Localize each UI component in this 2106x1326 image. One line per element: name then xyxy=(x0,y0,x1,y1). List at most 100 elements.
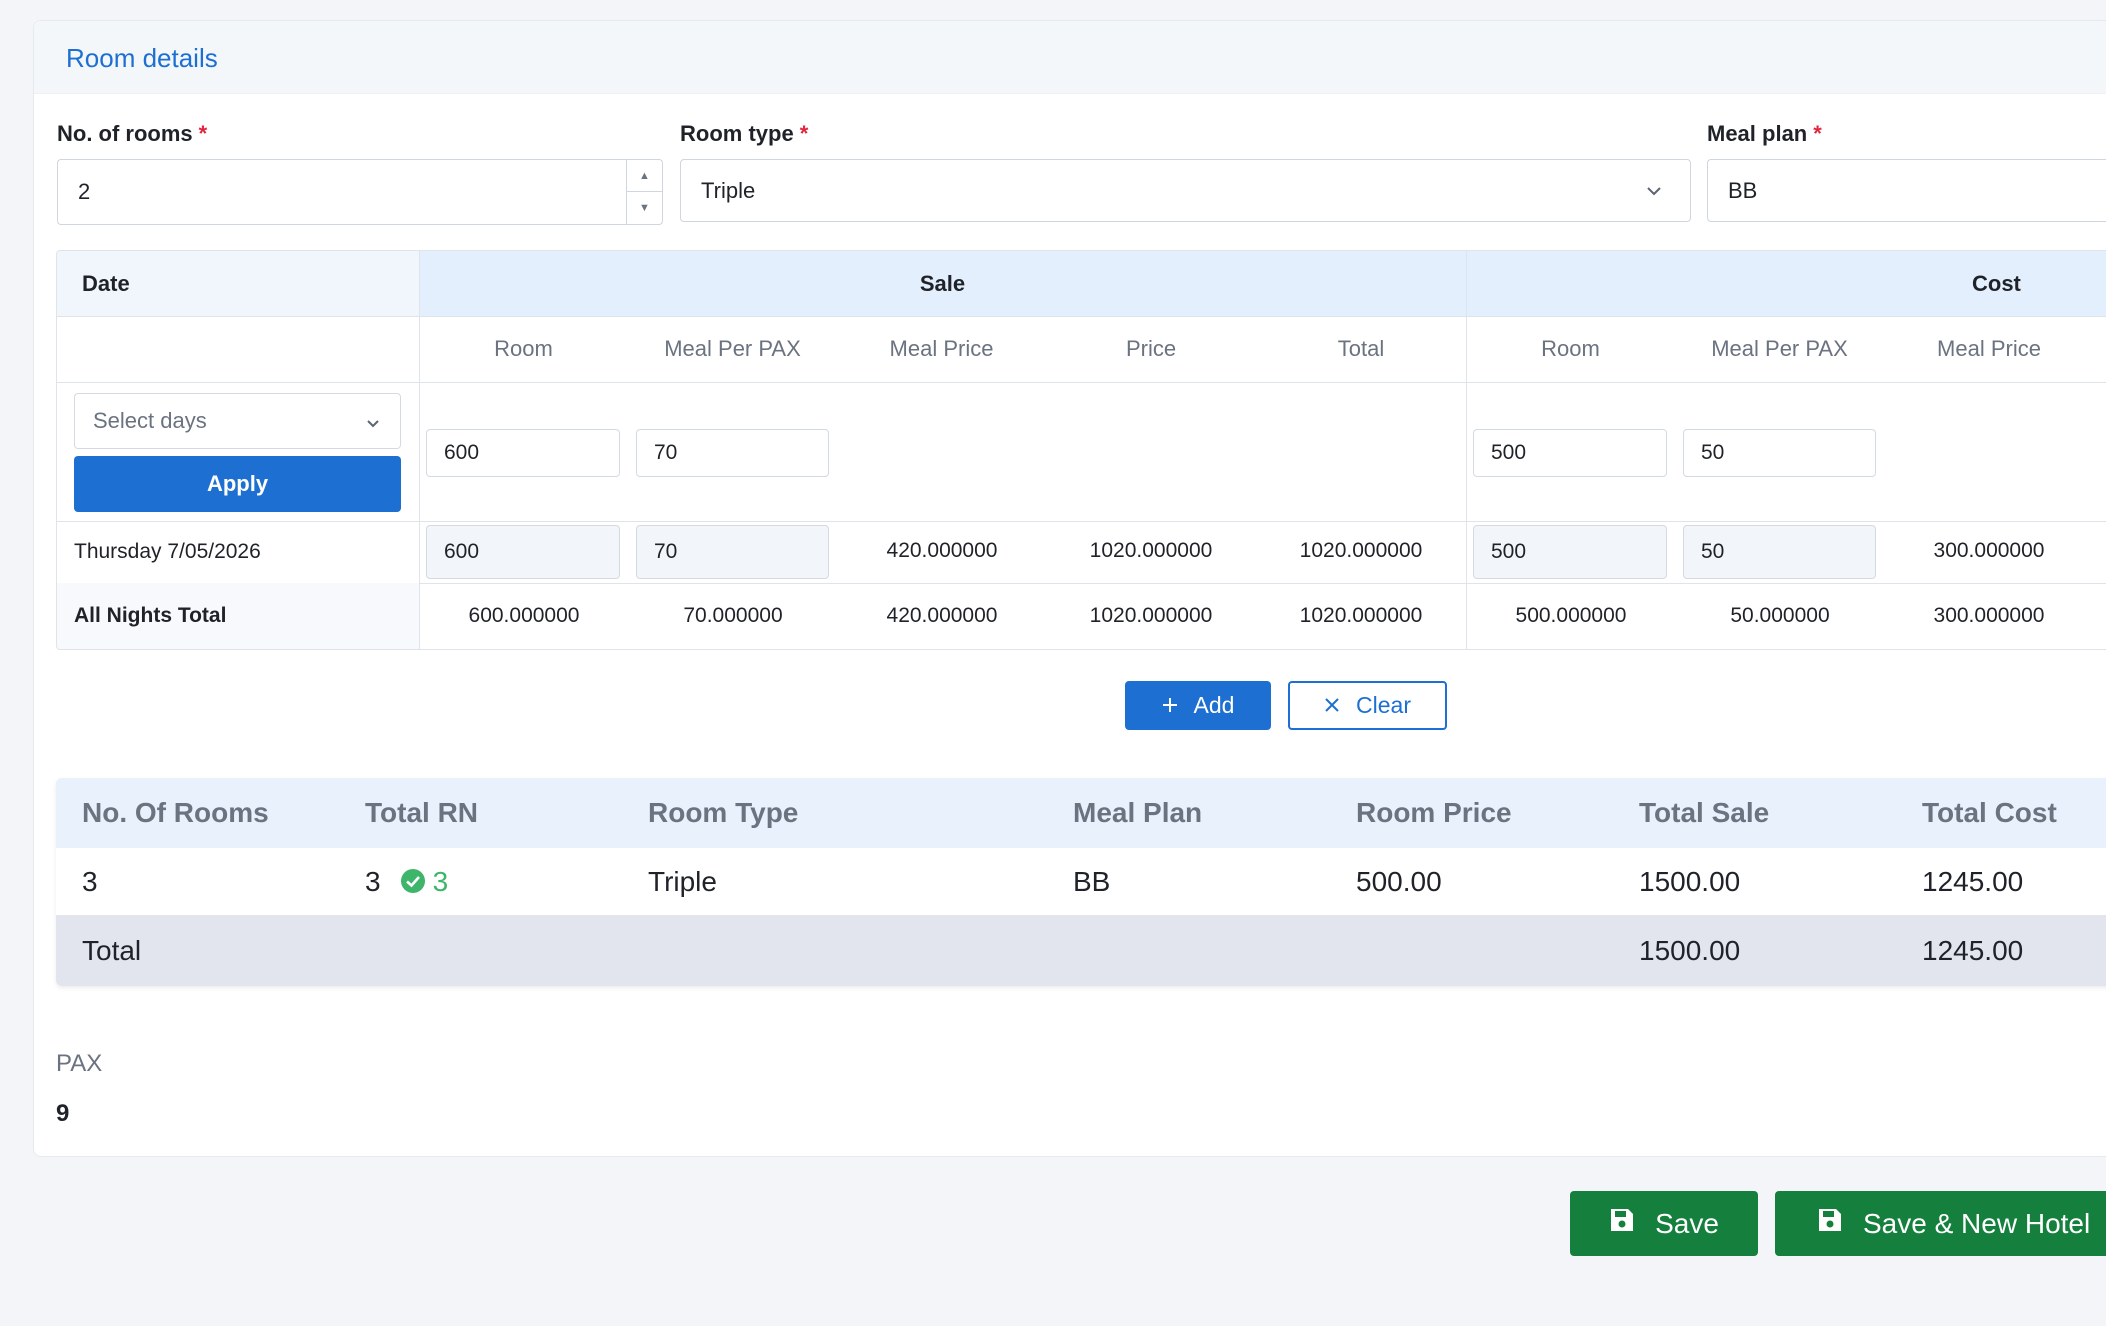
grid-divider xyxy=(57,382,2106,383)
spin-down-icon[interactable]: ▼ xyxy=(627,192,662,224)
grid-divider xyxy=(57,316,2106,317)
cost-meal-per-pax-col: Meal Per PAX xyxy=(1675,316,1884,382)
sale-meal-per-pax-col: Meal Per PAX xyxy=(628,316,837,382)
pax-label: PAX xyxy=(56,1050,103,1077)
save-new-hotel-button[interactable]: Save & New Hotel xyxy=(1775,1191,2106,1256)
row-date: Thursday 7/05/2026 xyxy=(74,540,261,563)
chevron-down-icon xyxy=(366,394,380,448)
summary-table: No. Of Rooms Total RN Room Type Meal Pla… xyxy=(56,778,2106,986)
cell-total-sale: 1500.00 xyxy=(1639,866,1741,897)
floppy-disk-icon xyxy=(1609,1207,1635,1240)
row-cost-meal-price: 300.000000 xyxy=(1933,539,2045,562)
chevron-down-icon xyxy=(1642,160,1666,221)
save-button[interactable]: Save xyxy=(1570,1191,1758,1256)
total-cost-meal: 50.000000 xyxy=(1730,604,1830,627)
required-mark: * xyxy=(198,121,208,146)
cost-header: Cost xyxy=(1466,251,2106,316)
cell-rooms: 3 xyxy=(82,866,98,897)
total-sale-meal-price: 420.000000 xyxy=(886,604,998,627)
room-type-label: Room type * xyxy=(680,121,808,147)
all-nights-total-label: All Nights Total xyxy=(57,583,419,649)
card-header: Room details xyxy=(34,21,2106,94)
cell-total-cost: 1245.00 xyxy=(1922,866,2024,897)
col-total-cost: Total Cost xyxy=(1922,797,2057,828)
row-sale-total: 1020.000000 xyxy=(1299,539,1423,562)
cost-meal-price-col: Meal Price xyxy=(1884,316,2094,382)
room-type-label-text: Room type xyxy=(680,121,794,146)
bulk-cost-meal-input[interactable]: 50 xyxy=(1683,429,1876,477)
card-title: Room details xyxy=(66,43,218,73)
col-meal-plan: Meal Plan xyxy=(1073,797,1203,828)
cell-room-type: Triple xyxy=(648,866,717,897)
pax-value: 9 xyxy=(56,1100,70,1127)
sale-room-col: Room xyxy=(419,316,628,382)
total-sale-price: 1020.000000 xyxy=(1089,604,1213,627)
col-total-sale: Total Sale xyxy=(1639,797,1770,828)
col-room-type: Room Type xyxy=(648,797,799,828)
row-cost-meal-input[interactable]: 50 xyxy=(1683,525,1876,579)
rooms-number-input[interactable]: 2 ▲ ▼ xyxy=(57,159,663,225)
total-cost-room: 500.000000 xyxy=(1515,604,1627,627)
pricing-grid: Date Sale Cost Room Meal Per PAX Meal Pr… xyxy=(56,250,2106,650)
bulk-sale-room-input[interactable]: 600 xyxy=(426,429,620,477)
meal-plan-label-text: Meal plan xyxy=(1707,121,1808,146)
meal-plan-select[interactable]: BB xyxy=(1707,159,2106,222)
col-no-of-rooms: No. Of Rooms xyxy=(82,797,269,828)
summary-header-row: No. Of Rooms Total RN Room Type Meal Pla… xyxy=(56,778,2106,848)
bulk-cost-room-input[interactable]: 500 xyxy=(1473,429,1667,477)
total-label: Total xyxy=(82,935,142,966)
subheader-empty xyxy=(57,316,419,382)
cost-room-col: Room xyxy=(1466,316,1675,382)
add-label: Add xyxy=(1193,692,1235,718)
row-sale-meal-input[interactable]: 70 xyxy=(636,525,829,579)
rn-ok-value: 3 xyxy=(432,866,449,897)
total-sale-total: 1020.000000 xyxy=(1299,604,1423,627)
apply-button[interactable]: Apply xyxy=(74,456,401,512)
row-cost-room-input[interactable]: 500 xyxy=(1473,525,1667,579)
col-room-price: Room Price xyxy=(1356,797,1512,828)
add-button[interactable]: Add xyxy=(1125,681,1271,730)
total-sale-sum: 1500.00 xyxy=(1639,935,1741,966)
close-icon xyxy=(1324,692,1340,719)
cost-header-text: Cost xyxy=(1972,270,2021,296)
sale-header: Sale xyxy=(419,251,1466,316)
required-mark: * xyxy=(799,121,809,146)
table-row[interactable]: 3 33 Triple BB 500.00 1500.00 1245.00 xyxy=(56,848,2106,916)
rooms-stepper[interactable]: ▲ ▼ xyxy=(626,160,662,224)
total-sale-meal: 70.000000 xyxy=(683,604,783,627)
meal-plan-value: BB xyxy=(1728,178,1758,203)
total-rn-value: 3 xyxy=(365,866,381,897)
bulk-sale-meal-input[interactable]: 70 xyxy=(636,429,829,477)
summary-total-row: Total 1500.00 1245.00 xyxy=(56,916,2106,986)
cell-total-rn: 33 xyxy=(365,848,448,916)
row-sale-meal-price: 420.000000 xyxy=(886,539,998,562)
date-header: Date xyxy=(57,251,419,316)
check-circle-icon xyxy=(400,868,425,893)
meal-plan-label: Meal plan * xyxy=(1707,121,1822,147)
save-new-label: Save & New Hotel xyxy=(1863,1207,2091,1239)
grid-divider xyxy=(1466,251,1467,649)
save-label: Save xyxy=(1655,1207,1719,1239)
sale-price-col: Price xyxy=(1046,316,1256,382)
plus-icon xyxy=(1162,692,1178,719)
rooms-label: No. of rooms * xyxy=(57,121,207,147)
room-type-select[interactable]: Triple xyxy=(680,159,1691,222)
col-total-rn: Total RN xyxy=(365,797,479,828)
select-days-placeholder: Select days xyxy=(93,408,207,433)
room-type-value: Triple xyxy=(701,178,756,203)
cell-meal-plan: BB xyxy=(1073,866,1111,897)
clear-label: Clear xyxy=(1356,692,1411,718)
cell-room-price: 500.00 xyxy=(1356,866,1442,897)
rooms-value: 2 xyxy=(78,179,91,204)
required-mark: * xyxy=(1813,121,1822,146)
row-sale-price: 1020.000000 xyxy=(1089,539,1213,562)
total-cost-sum: 1245.00 xyxy=(1922,935,2024,966)
floppy-disk-icon xyxy=(1817,1207,1843,1240)
clear-button[interactable]: Clear xyxy=(1288,681,1447,730)
total-cost-meal-price: 300.000000 xyxy=(1933,604,2045,627)
total-sale-room: 600.000000 xyxy=(468,604,580,627)
select-days-dropdown[interactable]: Select days xyxy=(74,393,401,449)
rooms-label-text: No. of rooms xyxy=(57,121,193,146)
row-sale-room-input[interactable]: 600 xyxy=(426,525,620,579)
sale-meal-price-col: Meal Price xyxy=(837,316,1046,382)
